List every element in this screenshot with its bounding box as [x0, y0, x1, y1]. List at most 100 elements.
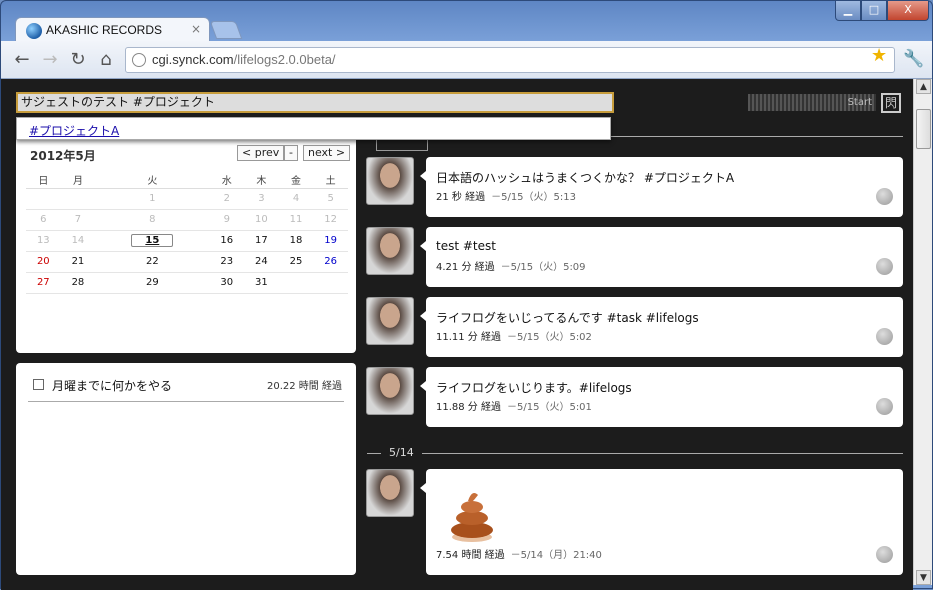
reload-icon[interactable]: ↻	[67, 49, 89, 71]
avatar[interactable]	[366, 227, 414, 275]
page-content: サジェストのテスト #プロジェクト Start 閃 2012年5月 < prev…	[1, 79, 913, 590]
calendar-day[interactable]: 8	[95, 209, 210, 231]
tab-close-icon[interactable]: ×	[191, 22, 201, 36]
poop-icon	[451, 493, 493, 542]
home-icon[interactable]: ⌂	[95, 49, 117, 71]
task-panel: 月曜までに何かをやる 20.22 時間 経過	[16, 363, 356, 575]
calendar-day[interactable]: 25	[278, 251, 314, 273]
log-input[interactable]: サジェストのテスト #プロジェクト	[16, 92, 614, 113]
calendar-day[interactable]: 11	[278, 209, 314, 231]
post-time: －5/15（火）5:02	[507, 332, 592, 343]
calendar-day[interactable]: 26	[313, 251, 348, 273]
calendar-day[interactable]: 1	[95, 188, 210, 210]
post-meta: 7.54 時間 経過 －5/14（月）21:40	[436, 546, 602, 561]
avatar[interactable]	[366, 469, 414, 517]
new-tab-button[interactable]	[209, 21, 243, 39]
avatar[interactable]	[366, 367, 414, 415]
current-month-button[interactable]: -	[284, 145, 298, 161]
browser-window: AKASHIC RECORDS × ▁ □ X ← → ↻ ⌂ cgi.sync…	[0, 0, 933, 590]
calendar-day[interactable]: 7	[60, 209, 96, 231]
calendar-day[interactable]: 16	[209, 230, 245, 252]
calendar-day[interactable]: 10	[244, 209, 279, 231]
calendar-day[interactable]: 14	[60, 230, 96, 252]
status-dot-icon[interactable]	[876, 258, 893, 275]
calendar-day[interactable]: 13	[26, 230, 61, 252]
post-text: test #test	[436, 239, 496, 253]
globe-icon	[26, 23, 42, 39]
weekday-header: 水	[209, 171, 245, 189]
post-elapsed: 7.54 時間 経過	[436, 550, 505, 561]
suggestion-item[interactable]: #プロジェクトA	[29, 124, 119, 138]
calendar-day	[60, 188, 96, 210]
calendar-day[interactable]: 31	[244, 272, 279, 294]
scrollbar[interactable]: ▲ ▼	[913, 79, 932, 585]
avatar[interactable]	[366, 157, 414, 205]
calendar-day[interactable]: 17	[244, 230, 279, 252]
timeline-post: ライフログをいじってるんです #task #lifelogs 11.11 分 経…	[420, 297, 903, 357]
calendar-day[interactable]: 6	[26, 209, 61, 231]
calendar-today[interactable]: 15	[131, 234, 174, 247]
calendar-day[interactable]: 19	[313, 230, 348, 252]
next-month-button[interactable]: next >	[303, 145, 351, 161]
address-bar[interactable]: cgi.synck.com/lifelogs2.0.0beta/	[125, 47, 895, 73]
calendar-grid: 日月火水木金土 1 2 3 4 5 6 7 8 9 10 11 12 13 14 15 16 17 18 19 20 2…	[26, 171, 348, 294]
scroll-down-icon[interactable]: ▼	[916, 570, 931, 585]
avatar[interactable]	[366, 297, 414, 345]
task-checkbox[interactable]	[33, 379, 44, 390]
scroll-up-icon[interactable]: ▲	[916, 79, 931, 94]
calendar-day[interactable]: 24	[244, 251, 279, 273]
scroll-thumb[interactable]	[916, 109, 931, 149]
calendar-day[interactable]: 9	[209, 209, 245, 231]
start-button[interactable]: Start	[748, 94, 876, 111]
post-elapsed: 21 秒 経過	[436, 192, 486, 203]
bookmark-star-icon[interactable]: ★	[871, 45, 887, 66]
tab-strip: AKASHIC RECORDS × ▁ □ X	[1, 1, 933, 43]
calendar-day[interactable]: 3	[244, 188, 279, 210]
timeline-post: test #test 4.21 分 経過 －5/15（火）5:09	[420, 227, 903, 287]
post-text: ライフログをいじります。#lifelogs	[436, 381, 632, 395]
calendar-day[interactable]: 22	[95, 251, 210, 273]
prev-month-button[interactable]: < prev	[237, 145, 285, 161]
status-dot-icon[interactable]	[876, 328, 893, 345]
calendar-day[interactable]: 27	[26, 272, 61, 294]
post-time: －5/15（火）5:01	[507, 402, 592, 413]
calendar-day[interactable]: 30	[209, 272, 245, 294]
status-dot-icon[interactable]	[876, 546, 893, 563]
post-meta: 11.88 分 経過 －5/15（火）5:01	[436, 398, 592, 413]
calendar-day[interactable]: 28	[60, 272, 96, 294]
forward-arrow-icon[interactable]: →	[39, 49, 61, 71]
calendar-day	[26, 188, 61, 210]
post-elapsed: 11.88 分 経過	[436, 402, 501, 413]
calendar-day[interactable]: 18	[278, 230, 314, 252]
maximize-button[interactable]: □	[861, 1, 887, 21]
calendar-day[interactable]: 15	[95, 230, 210, 252]
timeline-post: 7.54 時間 経過 －5/14（月）21:40	[420, 469, 903, 575]
post-time: －5/15（火）5:13	[491, 192, 577, 203]
app-logo: 閃	[881, 93, 901, 113]
status-dot-icon[interactable]	[876, 188, 893, 205]
calendar-day[interactable]: 2	[209, 188, 245, 210]
suggestion-dropdown: #プロジェクトA	[16, 117, 611, 140]
timeline-post: ライフログをいじります。#lifelogs 11.88 分 経過 －5/15（火）…	[420, 367, 903, 427]
tab-title: AKASHIC RECORDS	[46, 23, 163, 37]
calendar-day[interactable]: 12	[313, 209, 348, 231]
wrench-icon[interactable]: 🔧	[903, 49, 924, 69]
back-arrow-icon[interactable]: ←	[11, 49, 33, 71]
page-globe-icon	[132, 53, 146, 67]
status-dot-icon[interactable]	[876, 398, 893, 415]
calendar-day[interactable]: 29	[95, 272, 210, 294]
post-text: ライフログをいじってるんです #task #lifelogs	[436, 311, 699, 325]
divider	[28, 401, 344, 402]
calendar-day[interactable]: 23	[209, 251, 245, 273]
calendar-panel: 2012年5月 < prev - next > 日月火水木金土 12345678…	[16, 133, 356, 353]
post-elapsed: 11.11 分 経過	[436, 332, 501, 343]
minimize-button[interactable]: ▁	[835, 1, 861, 21]
post-elapsed: 4.21 分 経過	[436, 262, 495, 273]
post-time: －5/15（火）5:09	[500, 262, 586, 273]
close-window-button[interactable]: X	[887, 1, 929, 21]
calendar-day[interactable]: 5	[313, 188, 348, 210]
calendar-day[interactable]: 4	[278, 188, 314, 210]
calendar-day[interactable]: 20	[26, 251, 61, 273]
tab-akashic-records[interactable]: AKASHIC RECORDS ×	[15, 17, 210, 43]
calendar-day[interactable]: 21	[60, 251, 96, 273]
